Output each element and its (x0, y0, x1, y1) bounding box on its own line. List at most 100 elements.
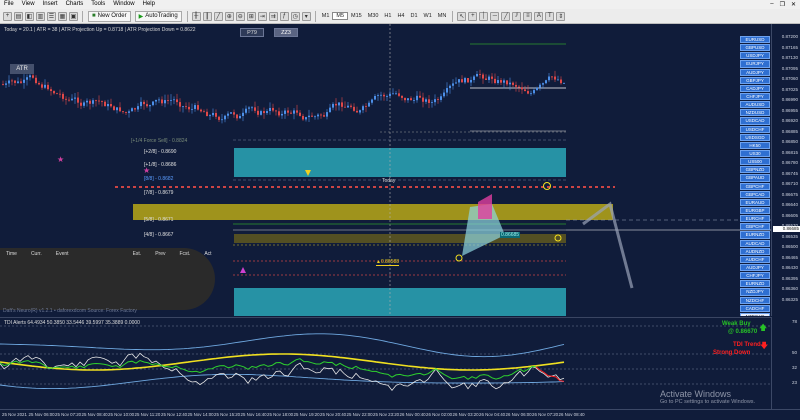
menu-help[interactable]: Help (139, 0, 159, 9)
zoom-in-icon[interactable]: ⊕ (224, 11, 234, 21)
close-button[interactable]: ✕ (791, 1, 796, 8)
symbol-button[interactable]: GBPCAD (740, 190, 770, 198)
menu-charts[interactable]: Charts (62, 0, 88, 9)
autoscroll-icon[interactable]: ⇉ (268, 11, 278, 21)
symbol-button[interactable]: GBPCHF (740, 223, 770, 231)
symbol-button[interactable]: AUDNZD (740, 247, 770, 255)
tab-zz3[interactable]: ZZ3 (274, 28, 298, 37)
templates-icon[interactable]: ▾ (301, 11, 311, 21)
trendline-icon[interactable]: ╱ (501, 11, 511, 21)
new-chart-icon[interactable]: + (3, 11, 12, 21)
indicators-icon[interactable]: ƒ (279, 11, 289, 21)
symbol-button[interactable]: AUDCAD (740, 239, 770, 247)
symbol-button[interactable]: AUDCHF (740, 255, 770, 263)
line-chart-icon[interactable]: ╱ (213, 11, 223, 21)
symbol-button[interactable]: NZDJPY (740, 288, 770, 296)
timeframe-d1[interactable]: D1 (407, 13, 420, 19)
timeframe-m30[interactable]: M30 (365, 13, 382, 19)
restore-button[interactable]: ❐ (780, 1, 785, 8)
zoom-out-icon[interactable]: ⊖ (235, 11, 245, 21)
symbol-button[interactable]: CHFJPY (740, 272, 770, 280)
time-axis-label: 25 Nov 23:20 (373, 412, 400, 417)
new-order-button[interactable]: ■ New Order (88, 10, 131, 22)
symbol-button[interactable]: GBPNZD (740, 166, 770, 174)
candle-body (173, 99, 175, 101)
symbol-button[interactable]: AUDJPY (740, 68, 770, 76)
symbol-button[interactable]: USDSGD (740, 133, 770, 141)
timeframe-h1[interactable]: H1 (381, 13, 394, 19)
signal-strong-down: Strong Down (713, 350, 751, 356)
candle-body (203, 111, 205, 113)
bar-chart-icon[interactable]: ╫ (191, 11, 201, 21)
timeframe-m5[interactable]: M5 (332, 12, 349, 20)
arrows-icon[interactable]: ⇕ (556, 11, 566, 21)
price-axis-label: 0.87130 (781, 55, 798, 60)
chart-shift-icon[interactable]: ⇥ (257, 11, 267, 21)
period-icon[interactable]: ◷ (290, 11, 300, 21)
symbol-button[interactable]: US30 (740, 149, 770, 158)
symbol-button[interactable]: CADCHF (740, 304, 770, 312)
symbol-button[interactable]: EURJPY (740, 60, 770, 68)
tab-p79[interactable]: P79 (240, 28, 264, 37)
symbol-button[interactable]: AUDJPY (740, 263, 770, 272)
profiles-icon[interactable]: ▤ (14, 11, 23, 21)
terminal-icon[interactable]: ▦ (58, 11, 67, 21)
signal-tdi-trend: TDI Trend (733, 342, 761, 348)
symbol-button[interactable]: GBPUSD (740, 44, 770, 52)
symbol-button[interactable]: USDJPY (740, 52, 770, 60)
timeframe-h4[interactable]: H4 (394, 13, 407, 19)
symbol-button[interactable]: NZDCAD (740, 312, 770, 316)
menu-view[interactable]: View (18, 0, 39, 9)
atr-badge[interactable]: ATR (10, 64, 34, 74)
vertical-line-icon[interactable]: │ (479, 11, 489, 21)
crosshair-icon[interactable]: + (468, 11, 478, 21)
strategy-tester-icon[interactable]: ▣ (69, 11, 78, 21)
data-window-icon[interactable]: ▥ (36, 11, 45, 21)
symbol-button[interactable]: EURNZD (740, 231, 770, 239)
minimize-button[interactable]: – (770, 1, 773, 8)
timeframe-w1[interactable]: W1 (421, 13, 435, 19)
candlestick-icon[interactable]: ┃ (202, 11, 212, 21)
tdi-subwindow[interactable]: TDI Alerts 64.4934 50.3850 33.5446 39.59… (0, 317, 771, 409)
timeframe-mn[interactable]: MN (435, 13, 450, 19)
text-label-icon[interactable]: T (545, 11, 555, 21)
symbol-button[interactable]: HK50 (740, 141, 770, 149)
symbol-button[interactable]: GBPJPY (740, 76, 770, 84)
text-icon[interactable]: A (534, 11, 544, 21)
price-axis-label: 0.86780 (781, 160, 798, 165)
fibonacci-icon[interactable]: ≡ (523, 11, 533, 21)
timeframe-m15[interactable]: M15 (348, 13, 365, 19)
symbol-button[interactable]: USDCHF (740, 125, 770, 133)
cursor-icon[interactable]: ↖ (457, 11, 467, 21)
symbol-button[interactable]: GBPAUD (740, 174, 770, 182)
menu-window[interactable]: Window (109, 0, 138, 9)
horizontal-line-icon[interactable]: ─ (490, 11, 500, 21)
symbol-button[interactable]: EURUSD (740, 36, 770, 44)
navigator-icon[interactable]: ☰ (47, 11, 56, 21)
symbol-button[interactable]: EURGBP (740, 206, 770, 215)
symbol-button[interactable]: GBPCHF (740, 182, 770, 190)
symbol-button[interactable]: NZDCHF (740, 296, 770, 304)
menu-tools[interactable]: Tools (87, 0, 109, 9)
candle-body (74, 97, 76, 99)
symbol-button[interactable]: USDCAD (740, 117, 770, 125)
timeframe-m1[interactable]: M1 (319, 13, 333, 19)
candle-body (323, 115, 325, 117)
autotrading-button[interactable]: ▶ AutoTrading (134, 10, 182, 22)
symbol-button[interactable]: NZDUSD (740, 109, 770, 117)
menu-file[interactable]: File (0, 0, 18, 9)
symbol-button[interactable]: EURCHF (740, 215, 770, 223)
channel-icon[interactable]: ⫽ (512, 11, 522, 21)
candle-body (284, 110, 286, 114)
news-col-estimate: Est. (132, 251, 142, 257)
menu-insert[interactable]: Insert (39, 0, 62, 9)
symbol-button[interactable]: CHFJPY (740, 92, 770, 101)
market-watch-icon[interactable]: ◧ (25, 11, 34, 21)
symbol-button[interactable]: CADJPY (740, 84, 770, 92)
main-chart[interactable]: ★ ★ Today = 20.1 | ATR = 38 | ATR Projec… (0, 24, 771, 316)
symbol-button[interactable]: EURAUD (740, 198, 770, 206)
symbol-button[interactable]: US500 (740, 158, 770, 166)
symbol-button[interactable]: AUDUSD (740, 101, 770, 109)
tile-windows-icon[interactable]: ⊞ (246, 11, 256, 21)
symbol-button[interactable]: EURNZD (740, 280, 770, 288)
